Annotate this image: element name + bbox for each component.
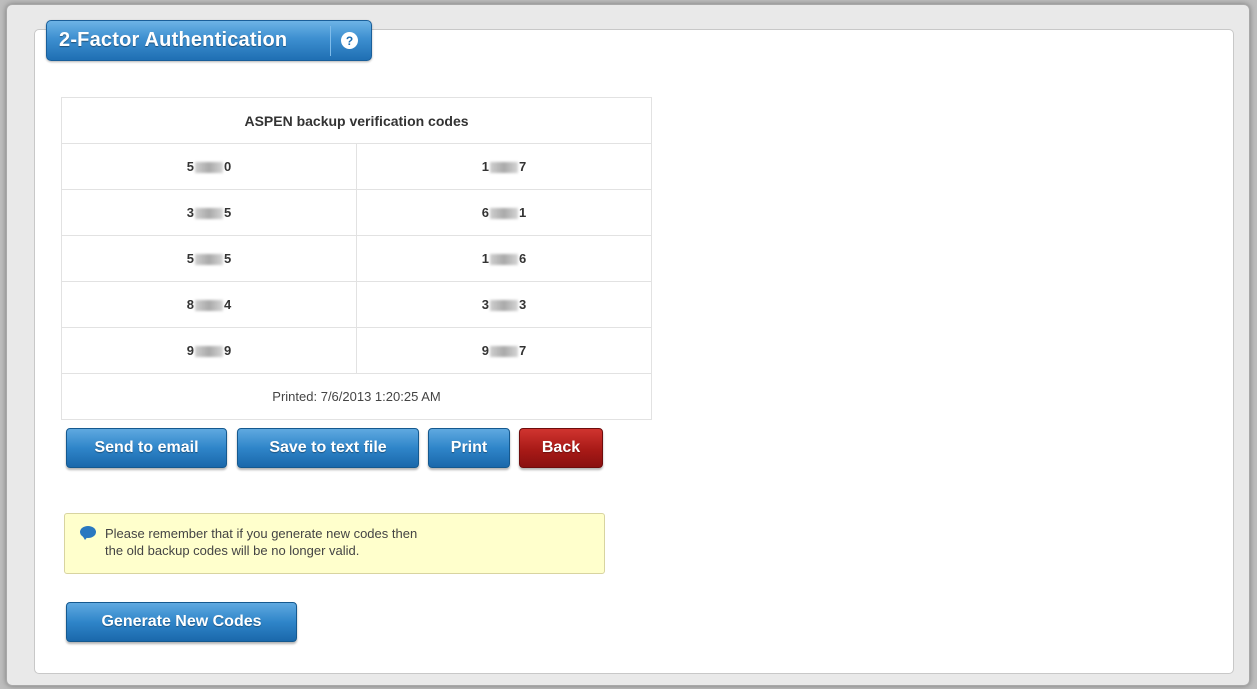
page-title: 2-Factor Authentication [59,29,288,51]
backup-code: 33 [356,281,652,328]
redacted-mask [195,162,223,174]
redacted-mask [490,162,518,174]
redacted-mask [490,300,518,312]
printed-timestamp: Printed: 7/6/2013 1:20:25 AM [61,373,652,420]
send-to-email-button[interactable]: Send to email [66,428,227,468]
table-row: 84 33 [61,281,652,328]
notice-line-2: the old backup codes will be no longer v… [105,543,360,558]
table-row: 50 17 [61,143,652,190]
backup-codes-table: ASPEN backup verification codes 50 17 35… [61,97,652,420]
backup-code: 17 [356,143,652,190]
redacted-mask [195,254,223,266]
backup-code: 97 [356,327,652,374]
save-to-text-file-button[interactable]: Save to text file [237,428,419,468]
table-heading: ASPEN backup verification codes [61,97,652,144]
redacted-mask [490,208,518,220]
redacted-mask [195,346,223,358]
generate-new-codes-button[interactable]: Generate New Codes [66,602,297,642]
table-row: 99 97 [61,327,652,374]
help-icon[interactable]: ? [341,32,358,49]
backup-code: 16 [356,235,652,282]
notice-line-1: Please remember that if you generate new… [105,526,418,541]
redacted-mask [490,346,518,358]
backup-code: 84 [61,281,357,328]
back-button[interactable]: Back [519,428,603,468]
backup-code: 35 [61,189,357,236]
backup-code: 50 [61,143,357,190]
info-notice: Please remember that if you generate new… [64,513,605,574]
redacted-mask [195,208,223,220]
table-row: 55 16 [61,235,652,282]
chat-bubble-icon [80,526,96,540]
backup-code: 55 [61,235,357,282]
redacted-mask [490,254,518,266]
print-button[interactable]: Print [428,428,510,468]
backup-code: 61 [356,189,652,236]
header-divider [330,25,331,56]
backup-code: 99 [61,327,357,374]
redacted-mask [195,300,223,312]
section-header-tab: 2-Factor Authentication ? [46,20,372,61]
table-row: 35 61 [61,189,652,236]
